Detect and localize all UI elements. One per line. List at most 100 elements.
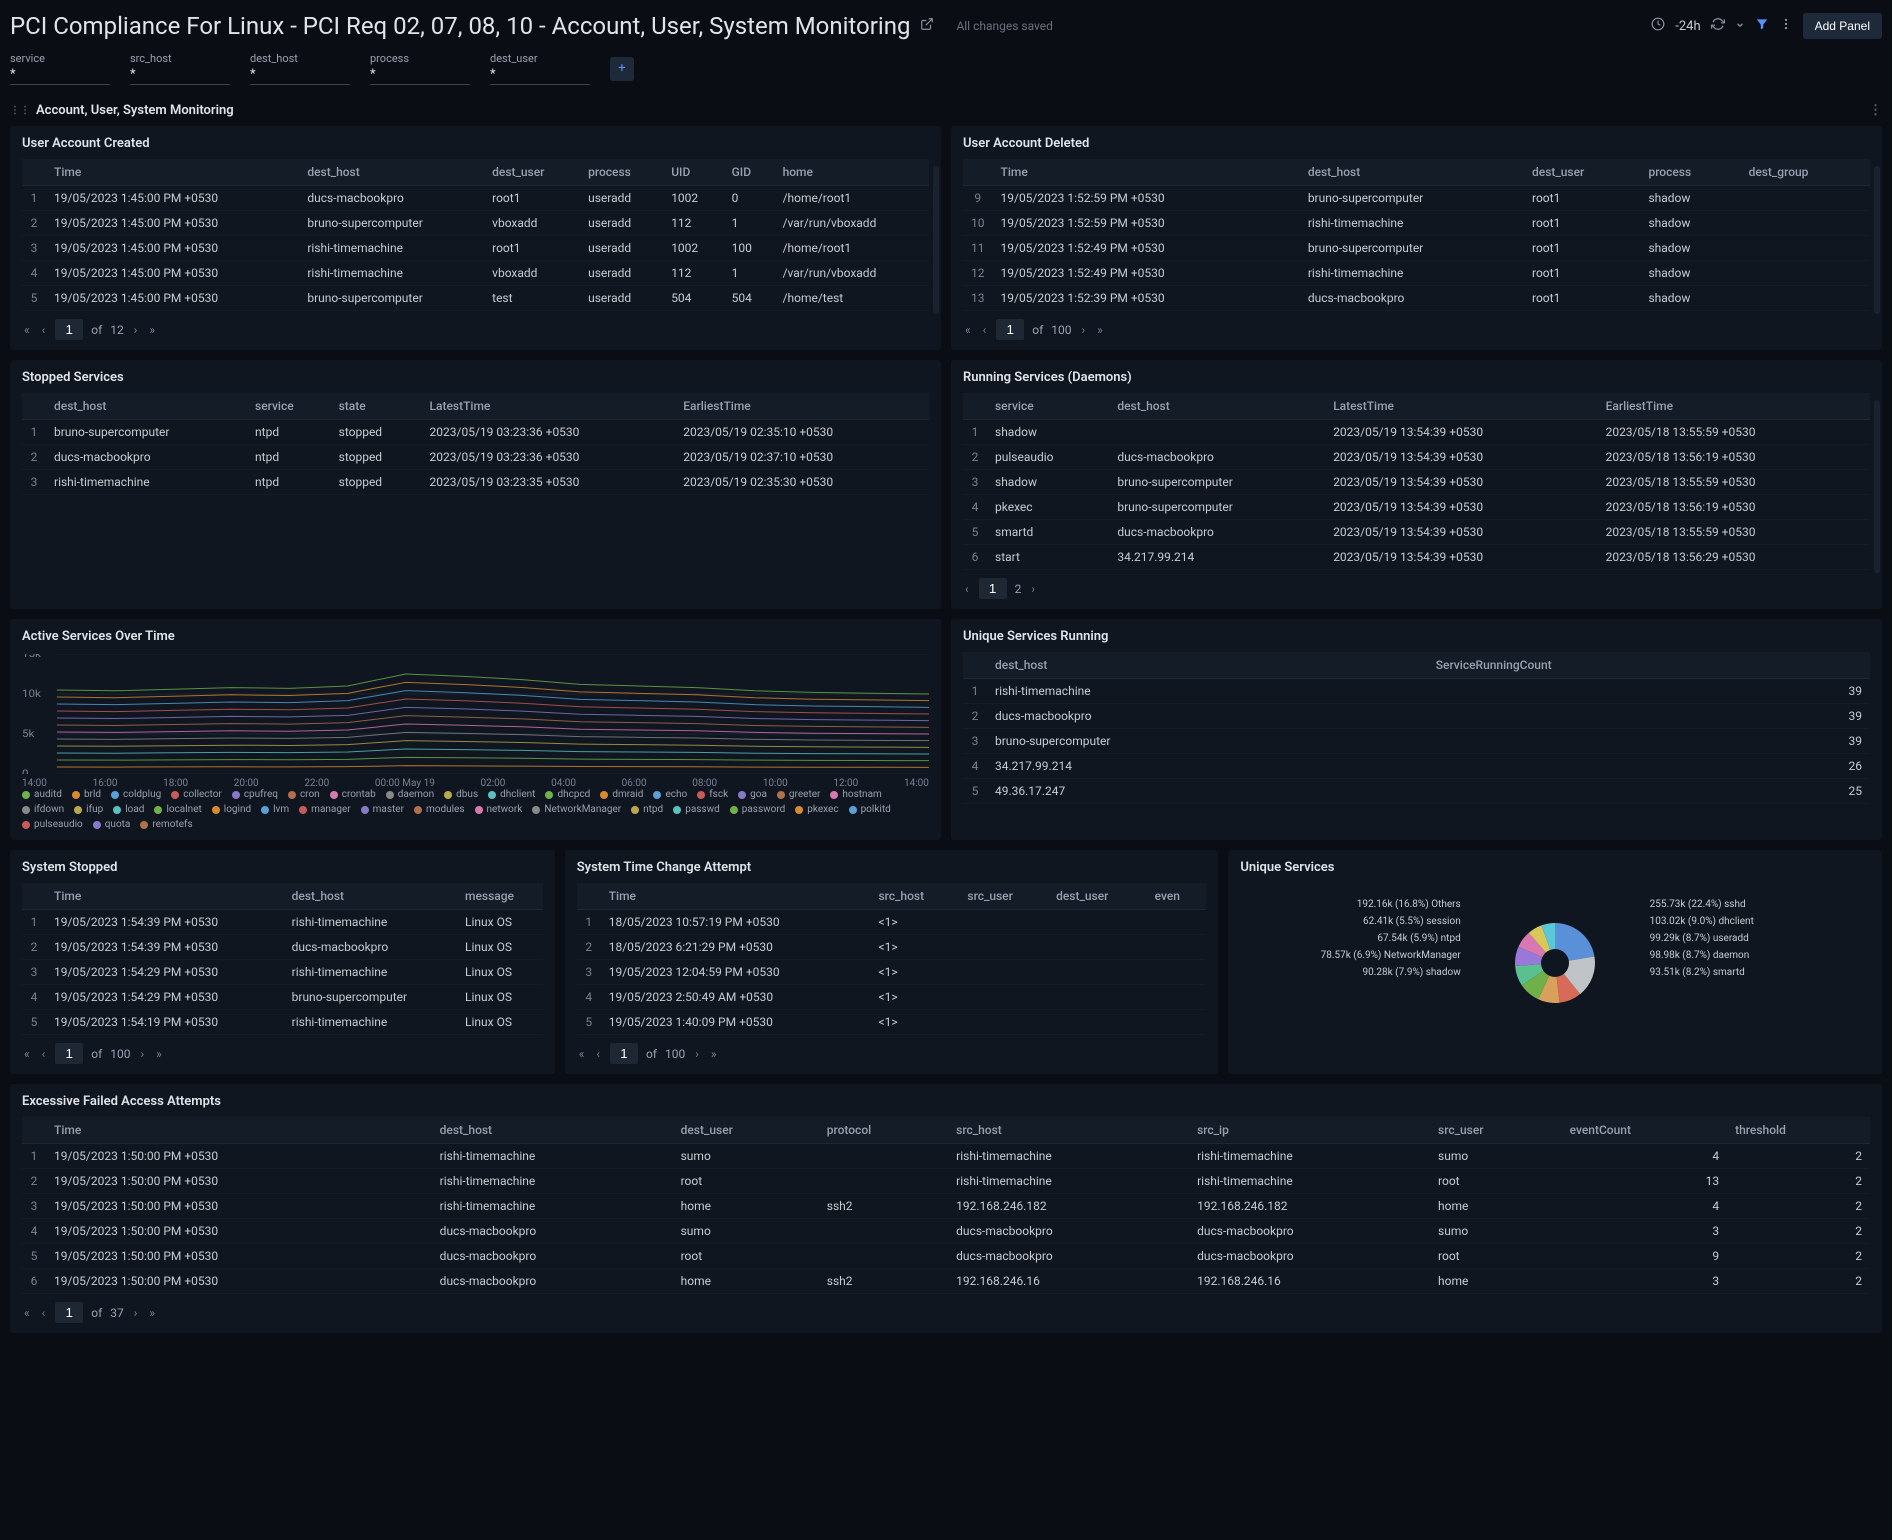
- table-row[interactable]: 919/05/2023 1:52:59 PM +0530bruno-superc…: [963, 186, 1870, 211]
- table-row[interactable]: 5smartdducs-macbookpro2023/05/19 13:54:3…: [963, 520, 1870, 545]
- table-row[interactable]: 419/05/2023 1:45:00 PM +0530rishi-timema…: [22, 261, 929, 286]
- table-row[interactable]: 519/05/2023 1:54:19 PM +0530rishi-timema…: [22, 1010, 543, 1035]
- legend-item[interactable]: password: [730, 804, 786, 815]
- legend-item[interactable]: passwd: [673, 804, 720, 815]
- legend-item[interactable]: localnet: [154, 804, 201, 815]
- legend-item[interactable]: lvm: [261, 804, 289, 815]
- legend-item[interactable]: remotefs: [140, 819, 192, 830]
- table-row[interactable]: 219/05/2023 1:50:00 PM +0530rishi-timema…: [22, 1169, 1870, 1194]
- table-row[interactable]: 519/05/2023 1:50:00 PM +0530ducs-macbook…: [22, 1244, 1870, 1269]
- drag-handle-icon[interactable]: ⋮⋮: [10, 105, 30, 116]
- legend-item[interactable]: hostnam: [830, 789, 881, 800]
- scrollbar[interactable]: [933, 166, 939, 314]
- table-row[interactable]: 219/05/2023 1:54:39 PM +0530ducs-macbook…: [22, 935, 543, 960]
- page-first-icon[interactable]: «: [577, 1047, 587, 1061]
- page-first-icon[interactable]: «: [22, 1306, 32, 1320]
- filter-src-host[interactable]: src_host*: [130, 52, 230, 85]
- table-row[interactable]: 6start34.217.99.2142023/05/19 13:54:39 +…: [963, 545, 1870, 570]
- table-row[interactable]: 1119/05/2023 1:52:49 PM +0530bruno-super…: [963, 236, 1870, 261]
- table-row[interactable]: 119/05/2023 1:45:00 PM +0530ducs-macbook…: [22, 186, 929, 211]
- legend-item[interactable]: daemon: [386, 789, 434, 800]
- page-next-icon[interactable]: ›: [139, 1047, 147, 1061]
- table-row[interactable]: 2pulseaudioducs-macbookpro2023/05/19 13:…: [963, 445, 1870, 470]
- table-row[interactable]: 118/05/2023 10:57:19 PM +0530<1>: [577, 910, 1207, 935]
- legend-item[interactable]: quota: [93, 819, 131, 830]
- page-first-icon[interactable]: «: [963, 323, 973, 337]
- page-prev-icon[interactable]: ‹: [40, 1047, 48, 1061]
- legend-item[interactable]: modules: [414, 804, 465, 815]
- table-row[interactable]: 549.36.17.24725: [963, 779, 1870, 804]
- table-row[interactable]: 319/05/2023 1:45:00 PM +0530rishi-timema…: [22, 236, 929, 261]
- legend-item[interactable]: crontab: [330, 789, 376, 800]
- legend-item[interactable]: greeter: [777, 789, 820, 800]
- clock-icon[interactable]: [1651, 17, 1665, 35]
- table-row[interactable]: 1319/05/2023 1:52:39 PM +0530ducs-macboo…: [963, 286, 1870, 311]
- page-next-icon[interactable]: ›: [132, 323, 140, 337]
- table-row[interactable]: 2ducs-macbookpro39: [963, 704, 1870, 729]
- table-row[interactable]: 2ducs-macbookprontpdstopped2023/05/19 03…: [22, 445, 929, 470]
- table-row[interactable]: 519/05/2023 1:40:09 PM +0530<1>: [577, 1010, 1207, 1035]
- table-row[interactable]: 119/05/2023 1:50:00 PM +0530rishi-timema…: [22, 1144, 1870, 1169]
- table-row[interactable]: 419/05/2023 1:54:29 PM +0530bruno-superc…: [22, 985, 543, 1010]
- page-2[interactable]: 2: [1015, 582, 1022, 596]
- filter-process[interactable]: process*: [370, 52, 470, 85]
- page-prev-icon[interactable]: ‹: [40, 1306, 48, 1320]
- table-row[interactable]: 319/05/2023 1:54:29 PM +0530rishi-timema…: [22, 960, 543, 985]
- page-input[interactable]: [996, 319, 1024, 340]
- page-input[interactable]: [55, 1302, 83, 1323]
- legend-item[interactable]: load: [113, 804, 144, 815]
- filter-icon[interactable]: [1755, 17, 1769, 35]
- scrollbar[interactable]: [1874, 400, 1880, 573]
- page-first-icon[interactable]: «: [22, 323, 32, 337]
- table-row[interactable]: 419/05/2023 1:50:00 PM +0530ducs-macbook…: [22, 1219, 1870, 1244]
- legend-item[interactable]: collector: [171, 789, 222, 800]
- more-icon[interactable]: [1779, 17, 1793, 35]
- table-row[interactable]: 1bruno-supercomputerntpdstopped2023/05/1…: [22, 420, 929, 445]
- table-row[interactable]: 3bruno-supercomputer39: [963, 729, 1870, 754]
- legend-item[interactable]: logind: [212, 804, 251, 815]
- filter-service[interactable]: service*: [10, 52, 110, 85]
- table-row[interactable]: 218/05/2023 6:21:29 PM +0530<1>: [577, 935, 1207, 960]
- legend-item[interactable]: echo: [653, 789, 687, 800]
- legend-item[interactable]: ifup: [74, 804, 103, 815]
- table-row[interactable]: 434.217.99.21426: [963, 754, 1870, 779]
- legend-item[interactable]: network: [475, 804, 523, 815]
- table-row[interactable]: 1019/05/2023 1:52:59 PM +0530rishi-timem…: [963, 211, 1870, 236]
- section-more-icon[interactable]: ⋮: [1869, 103, 1882, 118]
- page-last-icon[interactable]: »: [1095, 323, 1105, 337]
- legend-item[interactable]: brld: [72, 789, 101, 800]
- table-row[interactable]: 119/05/2023 1:54:39 PM +0530rishi-timema…: [22, 910, 543, 935]
- legend-item[interactable]: goa: [738, 789, 767, 800]
- page-input[interactable]: [610, 1043, 638, 1064]
- page-input[interactable]: [55, 1043, 83, 1064]
- add-panel-button[interactable]: Add Panel: [1803, 13, 1882, 39]
- page-last-icon[interactable]: »: [709, 1047, 719, 1061]
- page-next-icon[interactable]: ›: [1029, 582, 1037, 596]
- page-last-icon[interactable]: »: [147, 1306, 157, 1320]
- table-row[interactable]: 419/05/2023 2:50:49 AM +0530<1>: [577, 985, 1207, 1010]
- refresh-dropdown-icon[interactable]: [1735, 19, 1745, 34]
- legend-item[interactable]: dhcpcd: [545, 789, 590, 800]
- legend-item[interactable]: dhclient: [488, 789, 535, 800]
- page-last-icon[interactable]: »: [147, 323, 157, 337]
- legend-item[interactable]: master: [361, 804, 404, 815]
- table-row[interactable]: 219/05/2023 1:45:00 PM +0530bruno-superc…: [22, 211, 929, 236]
- legend-item[interactable]: fsck: [697, 789, 728, 800]
- table-row[interactable]: 4pkexecbruno-supercomputer2023/05/19 13:…: [963, 495, 1870, 520]
- page-prev-icon[interactable]: ‹: [40, 323, 48, 337]
- page-last-icon[interactable]: »: [154, 1047, 164, 1061]
- share-icon[interactable]: [920, 17, 934, 35]
- legend-item[interactable]: ntpd: [631, 804, 663, 815]
- table-row[interactable]: 519/05/2023 1:45:00 PM +0530bruno-superc…: [22, 286, 929, 311]
- page-first-icon[interactable]: «: [22, 1047, 32, 1061]
- page-prev-icon[interactable]: ‹: [963, 582, 971, 596]
- page-prev-icon[interactable]: ‹: [594, 1047, 602, 1061]
- table-row[interactable]: 3shadowbruno-supercomputer2023/05/19 13:…: [963, 470, 1870, 495]
- table-row[interactable]: 1shadow2023/05/19 13:54:39 +05302023/05/…: [963, 420, 1870, 445]
- page-next-icon[interactable]: ›: [132, 1306, 140, 1320]
- table-row[interactable]: 1219/05/2023 1:52:49 PM +0530rishi-timem…: [963, 261, 1870, 286]
- legend-item[interactable]: NetworkManager: [532, 804, 621, 815]
- legend-item[interactable]: polkitd: [849, 804, 891, 815]
- add-filter-button[interactable]: +: [610, 57, 634, 81]
- page-input[interactable]: [55, 319, 83, 340]
